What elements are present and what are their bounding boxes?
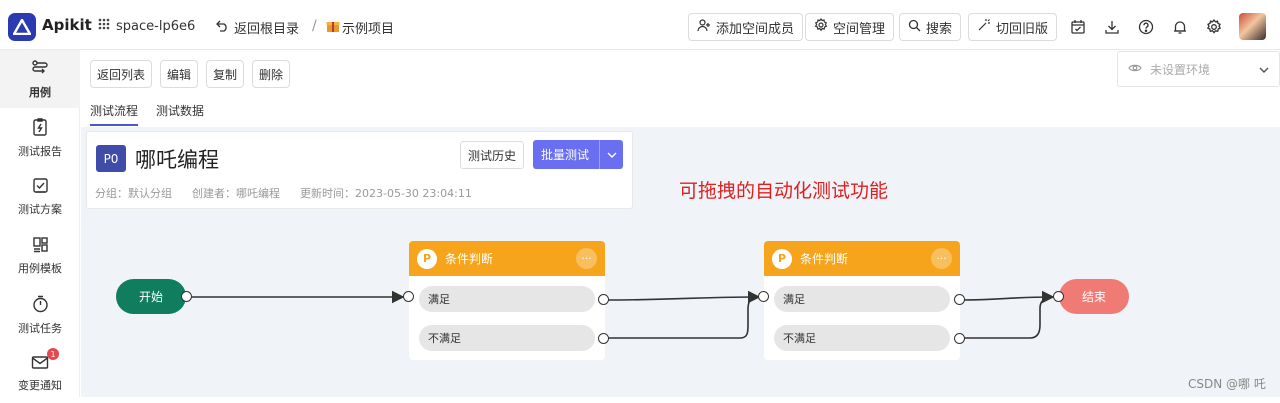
start-out-port[interactable] [181, 291, 192, 302]
edge-cond2-no [960, 296, 1054, 339]
cond2-yes-port[interactable] [954, 294, 965, 305]
more-icon[interactable]: ··· [931, 248, 952, 269]
condition-node-1[interactable]: P 条件判断 ··· 满足 不满足 [409, 241, 605, 360]
end-in-port[interactable] [1053, 291, 1064, 302]
condition-title: 条件判断 [445, 252, 494, 266]
condition-header: P 条件判断 ··· [409, 241, 605, 276]
condition-yes-row[interactable]: 满足 [419, 286, 595, 312]
flow-edges [186, 290, 1055, 339]
condition-title: 条件判断 [800, 252, 849, 266]
condition-yes-row[interactable]: 满足 [774, 286, 950, 312]
cond1-yes-port[interactable] [598, 294, 609, 305]
cond1-in-port[interactable] [403, 291, 414, 302]
edge-cond2-yes [959, 290, 1055, 304]
condition-no-row[interactable]: 不满足 [774, 325, 950, 351]
condition-no-row[interactable]: 不满足 [419, 325, 595, 351]
cond1-no-port[interactable] [598, 333, 609, 344]
more-icon[interactable]: ··· [576, 248, 597, 269]
edge-cond1-yes [603, 290, 761, 304]
watermark: CSDN @哪 吒 [1188, 377, 1266, 391]
edge-cond1-no [604, 296, 760, 339]
condition-header: P 条件判断 ··· [764, 241, 960, 276]
condition-node-2[interactable]: P 条件判断 ··· 满足 不满足 [764, 241, 960, 360]
p-logo-icon: P [417, 248, 437, 269]
p-logo-icon: P [772, 248, 792, 269]
start-node[interactable]: 开始 [116, 279, 186, 314]
cond2-in-port[interactable] [758, 291, 769, 302]
cond2-no-port[interactable] [954, 333, 965, 344]
end-node[interactable]: 结束 [1059, 279, 1129, 314]
